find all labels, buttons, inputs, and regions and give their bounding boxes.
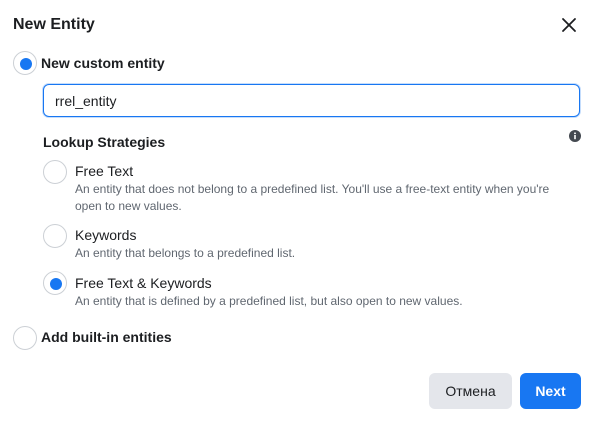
entity-name-input[interactable] — [43, 84, 580, 117]
new-custom-entity-label[interactable]: New custom entity — [41, 54, 165, 72]
strategy-label-free-text-keywords[interactable]: Free Text & Keywords — [75, 274, 212, 292]
strategy-description-keywords: An entity that belongs to a predefined l… — [75, 246, 296, 260]
lookup-strategies-title: Lookup Strategies — [43, 134, 166, 150]
strategy-label-keywords[interactable]: Keywords — [75, 226, 136, 244]
strategy-radio-free-text-keywords[interactable] — [43, 271, 67, 295]
strategy-description-free-text: An entity that does not belong to a pred… — [75, 182, 550, 213]
cancel-button[interactable]: Отмена — [429, 373, 512, 409]
new-custom-entity-radio[interactable] — [13, 51, 37, 75]
strategy-description-free-text-keywords: An entity that is defined by a predefine… — [75, 294, 463, 308]
strategy-radio-keywords[interactable] — [43, 224, 67, 248]
close-icon — [562, 18, 576, 32]
info-icon[interactable] — [569, 130, 581, 142]
new-entity-dialog: New Entity New custom entity Lookup Stra… — [0, 0, 592, 422]
strategy-label-free-text[interactable]: Free Text — [75, 162, 133, 180]
add-builtin-entities-label[interactable]: Add built-in entities — [41, 328, 172, 346]
strategy-radio-free-text[interactable] — [43, 160, 67, 184]
next-button[interactable]: Next — [520, 373, 581, 409]
add-builtin-entities-radio[interactable] — [13, 326, 37, 350]
close-button[interactable] — [558, 14, 580, 36]
dialog-title: New Entity — [13, 16, 95, 33]
